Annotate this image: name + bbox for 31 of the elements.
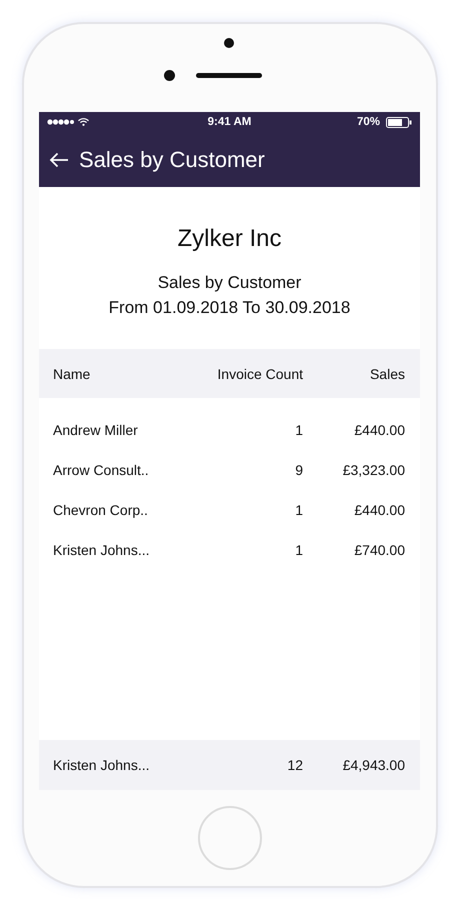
column-header: Sales xyxy=(368,366,405,382)
table-cell-text: £4,943.00 xyxy=(342,757,405,773)
table-cell-text: Arrow Consult.. xyxy=(53,462,150,478)
table-cell-text: 9 xyxy=(294,462,303,478)
battery-icon xyxy=(386,116,412,128)
table-cell-text: Kristen Johns... xyxy=(53,757,150,773)
report-period: From 01.09.2018 To 30.09.2018 xyxy=(108,298,350,318)
battery-percent: 70% xyxy=(356,116,380,128)
status-time: 9:41 AM xyxy=(208,116,252,128)
table-cell-text: £3,323.00 xyxy=(342,462,405,478)
report-title: Sales by Customer xyxy=(158,273,302,293)
camera-dot xyxy=(224,38,234,48)
signal-icon xyxy=(47,119,74,125)
table-cell-text: 1 xyxy=(294,542,303,558)
screen-title: Sales by Customer xyxy=(79,146,265,172)
table-cell-text: 1 xyxy=(294,422,303,438)
table-cell-text: Kristen Johns... xyxy=(53,542,150,558)
sensor-dot xyxy=(164,70,175,81)
table-cell-text: £740.00 xyxy=(353,542,405,558)
column-header: Invoice Count xyxy=(216,366,303,382)
company-name: Zylker Inc xyxy=(177,225,282,253)
table-cell-text: Chevron Corp.. xyxy=(53,502,149,518)
table-cell-text: Andrew Miller xyxy=(53,422,139,438)
column-header: Name xyxy=(53,366,92,382)
back-button[interactable] xyxy=(49,150,71,168)
table-cell-text: 12 xyxy=(286,757,303,773)
table-cell-text: £440.00 xyxy=(353,422,405,438)
table-cell-text: 1 xyxy=(294,502,303,518)
speaker-slot xyxy=(196,73,262,78)
table-cell-text: £440.00 xyxy=(353,502,405,518)
wifi-icon xyxy=(78,118,89,126)
